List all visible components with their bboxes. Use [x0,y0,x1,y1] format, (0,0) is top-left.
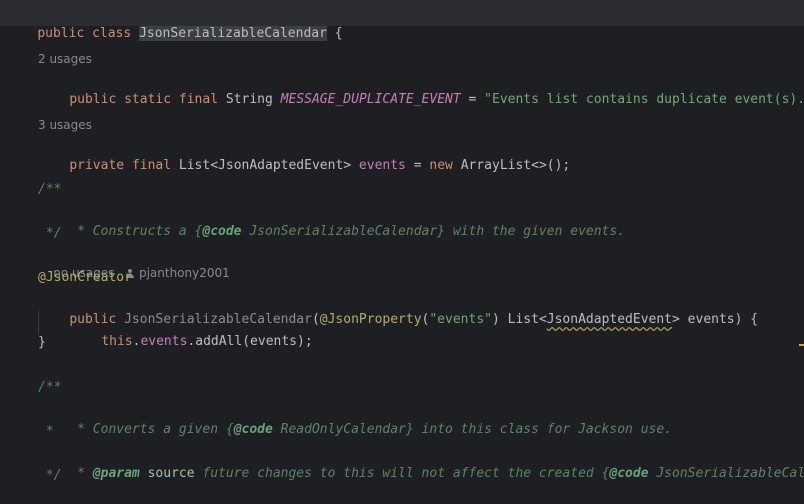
doc-reference: JsonSerializableCalen [648,466,804,481]
keyword: class [92,26,132,41]
keyword: static [124,92,172,107]
javadoc-line: * Converts a given {@code ReadOnlyCalend… [38,400,672,437]
paren: ) [491,312,508,327]
doc-text: future changes to this will not affect t… [194,466,602,481]
doc-param-name: source [139,466,195,481]
method-call: .addAll(events); [187,334,313,349]
doc-text: into this class for Jackson use. [413,422,672,437]
doc-tag: @code [202,224,242,239]
indent-guide [38,311,39,335]
warning-type-reference[interactable]: JsonAdaptedEvent [547,312,672,327]
javadoc-open: /** [38,182,62,197]
usages-hint-events-field[interactable]: 3 usages [38,117,92,133]
usages-hint-message-constant[interactable]: 2 usages [38,51,92,67]
doc-tag: @code [233,422,273,437]
class-name[interactable]: JsonSerializableCalendar [139,26,327,41]
doc-tag: @param [92,466,140,481]
doc-text: * Converts a given [69,422,226,437]
closing-brace: } [38,335,46,350]
keyword: this [101,334,133,349]
constructor-hints: no usages pjanthony2001 [38,249,230,280]
doc-brace: { [225,422,234,437]
class-declaration-line[interactable]: public class JsonSerializableCalendar { [6,4,343,41]
keyword: public [69,92,117,107]
doc-reference: JsonSerializableCalendar} [241,224,446,239]
javadoc-line: * Constructs a {@code JsonSerializableCa… [38,202,625,239]
keyword: private [69,158,125,173]
constructor-declaration-line[interactable]: public JsonSerializableCalendar(@JsonPro… [38,290,758,327]
doc-tag: @code [609,466,649,481]
string-literal: "Events list contains duplicate event(s)… [484,92,804,107]
operator: = [405,158,430,173]
doc-text: with the given events. [445,224,626,239]
param-type: List< [507,312,547,327]
constructor-call: ArrayList<>(); [460,158,571,173]
javadoc-close: */ [38,226,62,241]
change-marker[interactable] [799,344,804,346]
type-name: List<JsonAdaptedEvent> [178,158,352,173]
keyword: public [37,26,85,41]
author-hint[interactable]: pjanthony2001 [139,266,230,280]
doc-text: * [69,466,93,481]
field-declaration-line[interactable]: private final List<JsonAdaptedEvent> eve… [38,136,570,173]
code-editor[interactable]: public class JsonSerializableCalendar { … [0,0,804,483]
param-annotation: @JsonProperty [319,312,422,327]
field-reference: events [140,334,188,349]
param-rest: > events) { [672,312,759,327]
keyword: final [178,92,219,107]
keyword: new [429,158,453,173]
keyword: final [131,158,172,173]
javadoc-param-line: * @param source future changes to this w… [38,444,804,481]
paren: ( [311,312,320,327]
constructor-body-line[interactable]: this.events.addAll(events); [70,312,312,349]
constant-name[interactable]: MESSAGE_DUPLICATE_EVENT [281,92,461,107]
doc-reference: ReadOnlyCalendar} [272,422,414,437]
field-name[interactable]: events [359,158,406,173]
brace: { [326,26,343,41]
constant-declaration-line[interactable]: public static final String MESSAGE_DUPLI… [38,70,804,107]
javadoc-line: * [38,424,54,439]
javadoc-open: /** [38,380,62,395]
operator: = [460,92,485,107]
type-name: String [225,92,273,107]
javadoc-close: */ [38,468,62,483]
doc-text: * Constructs a [69,224,195,239]
annotation-line[interactable]: @JsonCreator [38,268,132,288]
string-literal: "events" [429,312,492,327]
